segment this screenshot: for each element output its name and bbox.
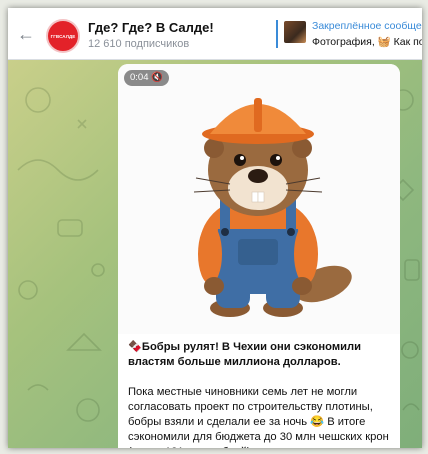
subscriber-count: 12 610 подписчиков xyxy=(88,38,190,50)
pinned-message-bar[interactable]: Закреплённое сообщение Фотография, 🧺 Как… xyxy=(276,16,422,52)
arrow-left-icon[interactable]: ← xyxy=(16,24,36,44)
pinned-preview: Фотография, 🧺 Как поздр xyxy=(312,36,422,48)
video-preview[interactable]: 0:04 🔇 xyxy=(118,64,400,334)
channel-avatar[interactable]: ГГВСАЛДЕ xyxy=(46,19,80,53)
message-headline: 🍫Бобры рулят! В Чехии они сэкономили вла… xyxy=(128,341,361,368)
telegram-window: ← ГГВСАЛДЕ Где? Где? В Салде! 12 610 под… xyxy=(8,8,422,448)
video-duration-badge: 0:04 🔇 xyxy=(124,70,169,86)
beaver-illustration xyxy=(193,98,352,317)
message-body: Пока местные чиновники семь лет не могли… xyxy=(128,386,389,448)
pinned-thumbnail xyxy=(284,21,306,43)
chat-area[interactable]: 0:04 🔇 🍫Бобры рулят! В Чехии они сэконом… xyxy=(8,60,422,448)
message-text: 🍫Бобры рулят! В Чехии они сэкономили вла… xyxy=(128,340,394,448)
message-bubble[interactable]: 0:04 🔇 🍫Бобры рулят! В Чехии они сэконом… xyxy=(118,64,400,448)
pinned-indicator xyxy=(276,20,278,48)
chat-header: ← ГГВСАЛДЕ Где? Где? В Салде! 12 610 под… xyxy=(8,8,422,60)
channel-title[interactable]: Где? Где? В Салде! xyxy=(88,20,214,35)
pinned-title: Закреплённое сообщение xyxy=(312,20,422,32)
